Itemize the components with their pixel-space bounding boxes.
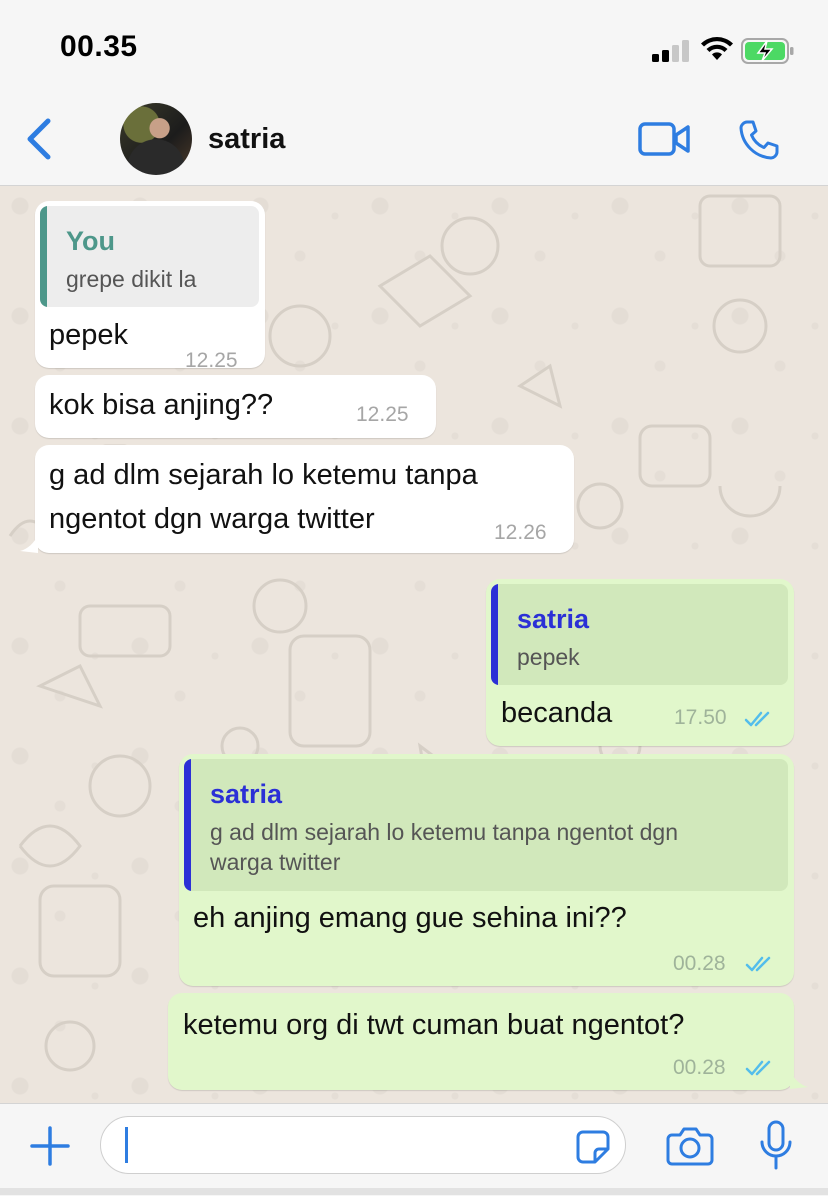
chat-area[interactable]: You grepe dikit la pepek 12.25 kok bisa … bbox=[0, 186, 828, 1103]
message-time: 12.25 bbox=[356, 403, 409, 426]
message-incoming[interactable]: g ad dlm sejarah lo ketemu tanpa ngentot… bbox=[35, 445, 574, 553]
quote-text: grepe dikit la bbox=[66, 266, 197, 292]
message-text: ketemu org di twt cuman buat ngentot? bbox=[183, 1009, 685, 1041]
message-text: kok bisa anjing?? bbox=[49, 389, 274, 421]
message-incoming[interactable]: kok bisa anjing?? 12.25 bbox=[35, 375, 436, 438]
message-outgoing[interactable]: satria pepek becanda 17.50 bbox=[486, 579, 794, 746]
quote-author: satria bbox=[210, 779, 283, 809]
signal-icon bbox=[652, 40, 689, 62]
camera-icon[interactable] bbox=[666, 1126, 714, 1166]
read-receipt-icon bbox=[745, 956, 771, 972]
text-cursor bbox=[125, 1127, 128, 1163]
bubble-tail bbox=[20, 535, 38, 553]
message-time: 12.25 bbox=[185, 349, 238, 372]
message-text-line: ngentot dgn warga twitter bbox=[49, 503, 375, 535]
read-receipt-icon bbox=[745, 1060, 771, 1076]
video-call-icon[interactable] bbox=[638, 122, 690, 156]
bubble-tail bbox=[790, 1071, 808, 1089]
message-outgoing[interactable]: ketemu org di twt cuman buat ngentot? 00… bbox=[168, 993, 794, 1090]
quote-text-line: g ad dlm sejarah lo ketemu tanpa ngentot… bbox=[210, 819, 678, 845]
microphone-icon[interactable] bbox=[758, 1120, 794, 1172]
quote-author: satria bbox=[517, 604, 590, 634]
message-time: 00.28 bbox=[673, 1056, 726, 1079]
message-text-line: g ad dlm sejarah lo ketemu tanpa bbox=[49, 459, 478, 491]
quote-bar bbox=[184, 759, 191, 891]
quoted-reply[interactable]: satria pepek bbox=[491, 584, 788, 685]
message-time: 17.50 bbox=[674, 706, 727, 729]
phone-icon[interactable] bbox=[738, 119, 780, 161]
quoted-reply[interactable]: You grepe dikit la bbox=[40, 206, 259, 307]
quote-bar bbox=[491, 584, 498, 685]
quoted-reply[interactable]: satria g ad dlm sejarah lo ketemu tanpa … bbox=[184, 759, 788, 891]
quote-text: pepek bbox=[517, 644, 580, 670]
plus-icon[interactable] bbox=[28, 1124, 72, 1168]
status-bar: 00.35 bbox=[0, 0, 828, 95]
home-indicator-area bbox=[0, 1188, 828, 1195]
avatar[interactable] bbox=[120, 103, 192, 175]
message-text: eh anjing emang gue sehina ini?? bbox=[193, 902, 627, 934]
message-input[interactable] bbox=[100, 1116, 626, 1174]
message-time: 12.26 bbox=[494, 521, 547, 544]
input-bar bbox=[0, 1103, 828, 1196]
back-chevron-icon[interactable] bbox=[22, 115, 56, 163]
sticker-icon[interactable] bbox=[575, 1129, 611, 1165]
quote-author: You bbox=[66, 226, 115, 256]
contact-name[interactable]: satria bbox=[208, 123, 285, 156]
quote-bar bbox=[40, 206, 47, 307]
battery-charging-icon bbox=[741, 38, 794, 64]
message-incoming[interactable]: You grepe dikit la pepek 12.25 bbox=[35, 201, 265, 372]
status-time: 00.35 bbox=[60, 30, 138, 63]
message-text: becanda bbox=[501, 697, 613, 729]
message-outgoing[interactable]: satria g ad dlm sejarah lo ketemu tanpa … bbox=[179, 754, 794, 986]
message-text: pepek bbox=[49, 319, 129, 351]
message-time: 00.28 bbox=[673, 952, 726, 975]
quote-text-line: warga twitter bbox=[210, 849, 341, 875]
chat-header: satria bbox=[0, 95, 828, 186]
read-receipt-icon bbox=[744, 711, 770, 727]
wifi-icon bbox=[701, 37, 733, 60]
